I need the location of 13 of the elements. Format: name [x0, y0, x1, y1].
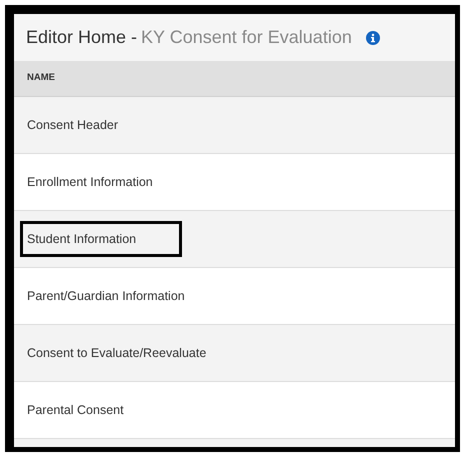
- row-label: Consent to Evaluate/Reevaluate: [27, 344, 206, 362]
- table-row[interactable]: Parental Consent: [14, 382, 455, 439]
- row-label: Enrollment Information: [27, 174, 153, 191]
- column-header[interactable]: NAME: [14, 61, 455, 97]
- page-title: Editor Home -: [26, 26, 138, 49]
- table-row[interactable]: Enrollment Information: [14, 154, 455, 211]
- highlighted-row-label: Student Information: [20, 220, 182, 258]
- row-label: Consent Header: [27, 116, 118, 134]
- row-label: Parent/Guardian Information: [27, 288, 185, 305]
- info-icon[interactable]: [366, 30, 380, 44]
- table-row[interactable]: Parent/Guardian Information: [14, 268, 455, 325]
- page-subtitle: KY Consent for Evaluation: [141, 26, 352, 49]
- row-label: Parental Consent: [27, 402, 124, 419]
